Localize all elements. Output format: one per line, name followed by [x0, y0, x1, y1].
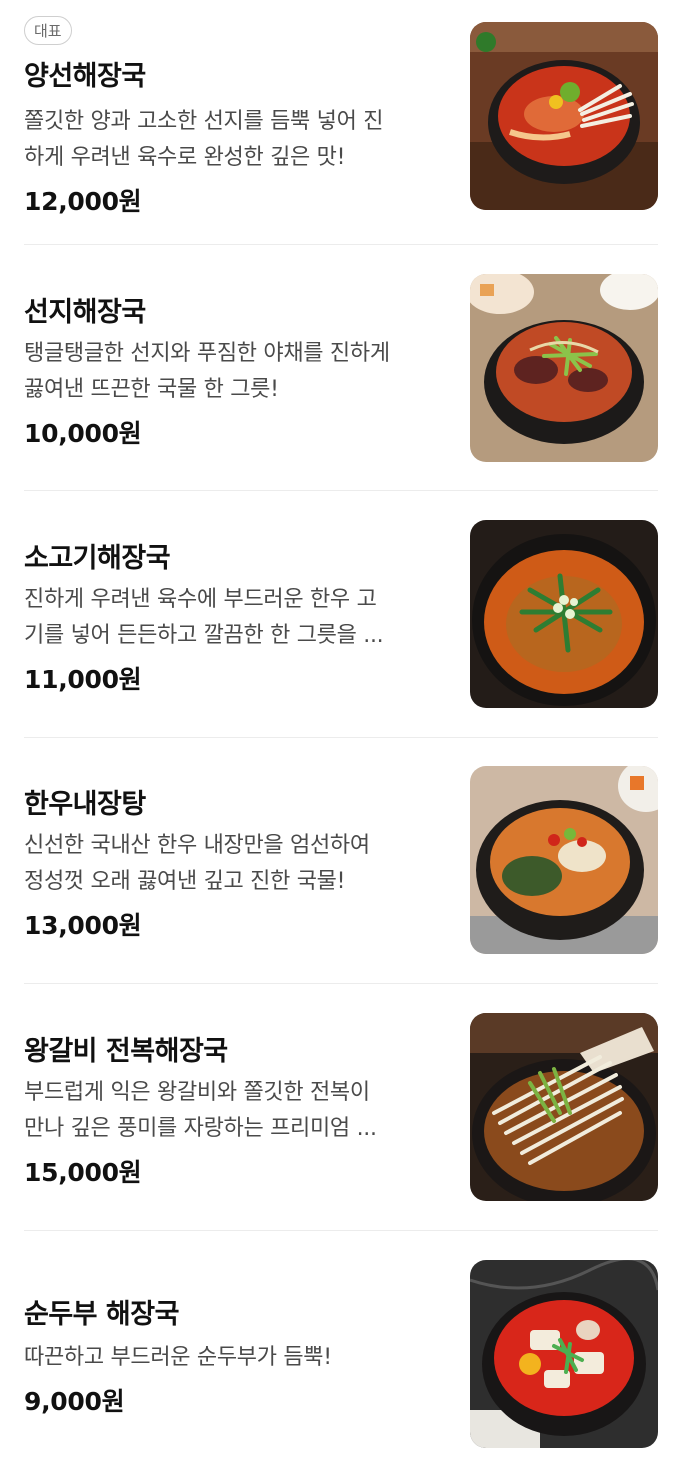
description-line: 기를 넣어 든든하고 깔끔한 한 그릇을 ... [24, 623, 384, 648]
menu-divider [24, 1230, 658, 1231]
menu-item-name: 소고기해장국 [24, 543, 171, 574]
menu-item-seonji-haejangguk[interactable]: 선지해장국 탱글탱글한 선지와 푸짐한 야채를 진하게 끓여낸 뜨끈한 국물 한… [24, 274, 658, 462]
menu-item-photo [470, 22, 658, 210]
description-line: 탱글탱글한 선지와 푸짐한 야채를 진하게 [24, 341, 390, 366]
menu-item-name: 양선해장국 [24, 61, 146, 92]
description-line: 부드럽게 익은 왕갈비와 쫄깃한 전복이 [24, 1080, 370, 1105]
menu-item-photo [470, 274, 658, 462]
description-line: 끓여낸 뜨끈한 국물 한 그릇! [24, 377, 279, 402]
menu-divider [24, 983, 658, 984]
description-line: 하게 우려낸 육수로 완성한 깊은 맛! [24, 145, 346, 170]
menu-item-yangseon-haejangguk[interactable]: 대표 양선해장국 쫄깃한 양과 고소한 선지를 듬뿍 넣어 진 하게 우려낸 육… [24, 16, 658, 216]
menu-item-description: 탱글탱글한 선지와 푸짐한 야채를 진하게 끓여낸 뜨끈한 국물 한 그릇! [24, 336, 440, 408]
menu-divider [24, 244, 658, 245]
menu-item-description: 부드럽게 익은 왕갈비와 쫄깃한 전복이 만나 깊은 풍미를 자랑하는 프리미엄… [24, 1075, 440, 1147]
menu-item-description: 따끈하고 부드러운 순두부가 듬뿍! [24, 1340, 440, 1376]
description-line: 신선한 국내산 한우 내장만을 엄선하여 [24, 833, 370, 858]
menu-item-photo [470, 1260, 658, 1448]
menu-item-description: 쫄깃한 양과 고소한 선지를 듬뿍 넣어 진 하게 우려낸 육수로 완성한 깊은… [24, 104, 440, 176]
menu-item-wanggalbi-jeonbok-haejangguk[interactable]: 왕갈비 전복해장국 부드럽게 익은 왕갈비와 쫄깃한 전복이 만나 깊은 풍미를… [24, 1013, 658, 1201]
description-line: 쫄깃한 양과 고소한 선지를 듬뿍 넣어 진 [24, 109, 384, 134]
menu-item-sogogi-haejangguk[interactable]: 소고기해장국 진하게 우려낸 육수에 부드러운 한우 고 기를 넣어 든든하고 … [24, 520, 658, 708]
menu-item-price: 12,000원 [24, 187, 142, 216]
menu-item-name: 순두부 해장국 [24, 1299, 179, 1330]
menu-item-description: 진하게 우려낸 육수에 부드러운 한우 고 기를 넣어 든든하고 깔끔한 한 그… [24, 582, 440, 654]
menu-item-price: 13,000원 [24, 911, 142, 940]
menu-item-price: 9,000원 [24, 1387, 125, 1416]
signature-badge: 대표 [24, 16, 72, 45]
menu-divider [24, 737, 658, 738]
menu-item-name: 선지해장국 [24, 297, 146, 328]
menu-item-hanwoo-naejangtang[interactable]: 한우내장탕 신선한 국내산 한우 내장만을 엄선하여 정성껏 오래 끓여낸 깊고… [24, 766, 658, 954]
menu-item-sundubu-haejangguk[interactable]: 순두부 해장국 따끈하고 부드러운 순두부가 듬뿍! 9,000원 [24, 1260, 658, 1448]
menu-divider [24, 490, 658, 491]
menu-item-price: 10,000원 [24, 419, 142, 448]
menu-item-name: 왕갈비 전복해장국 [24, 1036, 228, 1067]
menu-item-price: 11,000원 [24, 665, 142, 694]
menu-item-name: 한우내장탕 [24, 789, 146, 820]
description-line: 따끈하고 부드러운 순두부가 듬뿍! [24, 1345, 332, 1370]
menu-item-photo [470, 766, 658, 954]
menu-item-photo [470, 1013, 658, 1201]
menu-item-description: 신선한 국내산 한우 내장만을 엄선하여 정성껏 오래 끓여낸 깊고 진한 국물… [24, 828, 440, 900]
description-line: 만나 깊은 풍미를 자랑하는 프리미엄 ... [24, 1116, 377, 1141]
menu-list: 대표 양선해장국 쫄깃한 양과 고소한 선지를 듬뿍 넣어 진 하게 우려낸 육… [0, 0, 686, 1476]
description-line: 정성껏 오래 끓여낸 깊고 진한 국물! [24, 869, 346, 894]
menu-item-photo [470, 520, 658, 708]
description-line: 진하게 우려낸 육수에 부드러운 한우 고 [24, 587, 377, 612]
menu-item-price: 15,000원 [24, 1158, 142, 1187]
